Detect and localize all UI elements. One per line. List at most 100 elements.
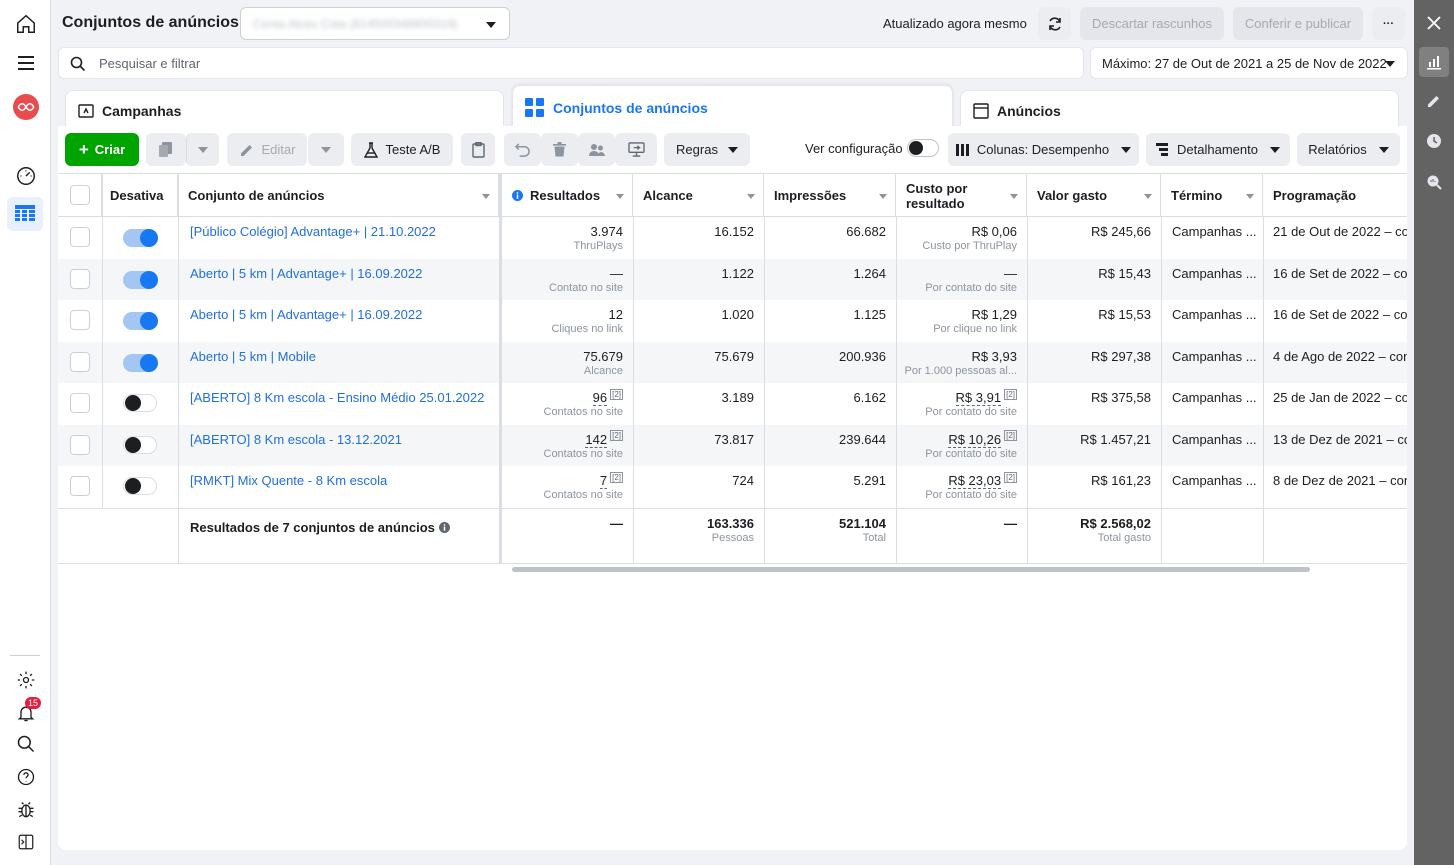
column-header-results[interactable]: Resultados <box>502 174 633 217</box>
footnote-marker[interactable]: [2] <box>1004 471 1017 483</box>
charts-icon[interactable] <box>1419 47 1449 77</box>
footnote-marker[interactable]: [2] <box>610 430 623 442</box>
row-checkbox[interactable] <box>70 351 90 372</box>
column-header-impressions[interactable]: Impressões <box>764 174 896 217</box>
search-input[interactable]: Pesquisar e filtrar <box>58 47 1084 79</box>
row-results-text[interactable]: 142 <box>585 431 608 448</box>
row-status-toggle[interactable] <box>123 435 157 454</box>
menu-icon[interactable] <box>13 50 39 76</box>
account-selector[interactable]: Conta Alceu Cota (614500349900319) <box>240 7 510 40</box>
row-checkbox[interactable] <box>70 393 90 413</box>
table-row[interactable]: Aberto | 5 km | Advantage+ | 16.09.2022 1… <box>58 300 1407 341</box>
inspect-magnifier-icon[interactable] <box>1419 167 1449 197</box>
rules-dropdown[interactable]: Regras <box>664 133 750 166</box>
preview-button[interactable] <box>615 133 657 166</box>
column-header-name[interactable]: Conjunto de anúncios <box>178 174 499 217</box>
edit-pencil-icon[interactable] <box>1419 86 1449 116</box>
row-cpr-text[interactable]: R$ 23,03 <box>948 473 1002 489</box>
ad-set-name-link[interactable]: [ABERTO] 8 Km escola - 13.12.2021 <box>190 432 402 447</box>
table-row[interactable]: [Público Colégio] Advantage+ | 21.10.202… <box>58 217 1407 258</box>
column-header-cost-per-result[interactable]: Custo por resultado <box>896 174 1027 217</box>
row-checkbox[interactable] <box>70 434 90 455</box>
horizontal-scrollbar[interactable] <box>512 567 1310 572</box>
more-options-button[interactable]: ··· <box>1372 7 1405 40</box>
create-button[interactable]: + Criar <box>65 133 139 166</box>
dashboard-icon[interactable] <box>13 163 39 189</box>
breakdown-dropdown[interactable]: Detalhamento <box>1146 133 1290 166</box>
row-results-text[interactable]: 7 <box>599 473 608 489</box>
review-publish-button[interactable]: Conferir e publicar <box>1233 7 1363 40</box>
bug-report-icon[interactable] <box>13 797 39 823</box>
row-cpr-sub: Por contato do site <box>925 489 1017 501</box>
close-icon[interactable] <box>1419 8 1449 38</box>
column-header-amount-spent[interactable]: Valor gasto <box>1027 174 1161 217</box>
discard-drafts-button[interactable]: Descartar rascunhos <box>1080 7 1224 40</box>
duplicate-dropdown[interactable] <box>186 133 219 166</box>
column-header-schedule[interactable]: Programação <box>1263 174 1407 217</box>
table-row[interactable]: Aberto | 5 km | Advantage+ | 16.09.2022 —… <box>58 258 1407 300</box>
table-row[interactable]: [ABERTO] 8 Km escola - Ensino Médio 25.0… <box>58 383 1407 424</box>
row-status-toggle[interactable] <box>123 312 158 330</box>
row-status-toggle[interactable] <box>123 353 158 372</box>
column-header-end[interactable]: Término <box>1161 174 1263 217</box>
row-checkbox[interactable] <box>70 310 90 330</box>
footnote-marker[interactable]: [2] <box>1004 430 1017 442</box>
audience-button[interactable] <box>578 133 615 166</box>
ads-manager-table-icon[interactable] <box>7 197 43 231</box>
clipboard-button[interactable] <box>461 133 495 166</box>
table-row[interactable]: [RMKT] Mix Quente - 8 Km escola 7 [2] Conta… <box>58 466 1407 507</box>
settings-icon[interactable] <box>13 667 39 693</box>
totals-results: — <box>610 516 623 531</box>
delete-button[interactable] <box>541 133 578 166</box>
collapse-panel-icon[interactable] <box>13 829 39 855</box>
notifications-icon[interactable]: 15 <box>13 697 41 726</box>
table-row[interactable]: Aberto | 5 km | Mobile 75.679 Alcance 75.67… <box>58 341 1407 383</box>
date-range-picker[interactable]: Máximo: 27 de Out de 2021 a 25 de Nov de… <box>1090 47 1408 79</box>
row-schedule-text: 16 de Set de 2022 – contínua <box>1273 265 1407 281</box>
reports-dropdown[interactable]: Relatórios <box>1297 133 1400 166</box>
row-status-toggle[interactable] <box>123 477 157 495</box>
table-row[interactable]: [ABERTO] 8 Km escola - 13.12.2021 142 [2] C… <box>58 424 1407 466</box>
ab-test-button[interactable]: Teste A/B <box>351 133 453 166</box>
row-cpr-text[interactable]: R$ 10,26 <box>948 431 1002 448</box>
ad-set-name-link[interactable]: [ABERTO] 8 Km escola - Ensino Médio 25.0… <box>190 390 484 405</box>
row-results-text: 75.679 <box>583 348 623 364</box>
edit-dropdown[interactable] <box>308 133 344 166</box>
view-config-toggle[interactable] <box>907 139 939 157</box>
tab-ad-sets[interactable]: Conjuntos de anúncios <box>512 85 953 130</box>
ad-set-name-link[interactable]: Aberto | 5 km | Advantage+ | 16.09.2022 <box>190 266 422 281</box>
row-cpr-text[interactable]: R$ 3,91 <box>955 390 1002 406</box>
avatar[interactable] <box>13 94 39 120</box>
row-checkbox[interactable] <box>70 268 90 289</box>
row-reach-value: 75.679 <box>714 349 754 364</box>
row-status-toggle[interactable] <box>123 229 158 247</box>
footnote-marker[interactable]: [2] <box>610 471 623 483</box>
tab-campaigns[interactable]: Campanhas <box>65 90 504 130</box>
footnote-marker[interactable]: [2] <box>1004 388 1017 400</box>
ad-set-name-link[interactable]: Aberto | 5 km | Advantage+ | 16.09.2022 <box>190 307 422 322</box>
help-icon[interactable] <box>13 764 39 790</box>
row-status-toggle[interactable] <box>123 394 157 412</box>
column-header-reach[interactable]: Alcance <box>633 174 764 217</box>
search-icon[interactable] <box>13 731 39 757</box>
row-results-text[interactable]: 96 <box>592 390 608 406</box>
edit-button[interactable]: Editar <box>227 133 307 166</box>
tab-ads[interactable]: Anúncios <box>960 90 1399 130</box>
row-reach-text: 1.020 <box>721 307 754 322</box>
refresh-button[interactable] <box>1038 7 1071 40</box>
row-checkbox[interactable] <box>70 227 90 247</box>
footnote-marker[interactable]: [2] <box>610 388 623 400</box>
ad-set-name-link[interactable]: Aberto | 5 km | Mobile <box>190 349 316 364</box>
header-label: Conjunto de anúncios <box>188 188 325 203</box>
row-checkbox[interactable] <box>70 476 90 496</box>
column-header-toggle[interactable]: Desativa <box>102 174 178 217</box>
duplicate-button[interactable] <box>146 133 186 166</box>
undo-button[interactable] <box>504 133 541 166</box>
select-all-checkbox[interactable] <box>70 185 90 205</box>
ad-set-name-link[interactable]: [Público Colégio] Advantage+ | 21.10.202… <box>190 224 436 239</box>
row-status-toggle[interactable] <box>123 270 158 289</box>
history-clock-icon[interactable] <box>1419 126 1449 156</box>
columns-dropdown[interactable]: Colunas: Desempenho <box>948 133 1139 166</box>
home-icon[interactable] <box>13 11 39 37</box>
ad-set-name-link[interactable]: [RMKT] Mix Quente - 8 Km escola <box>190 473 387 488</box>
